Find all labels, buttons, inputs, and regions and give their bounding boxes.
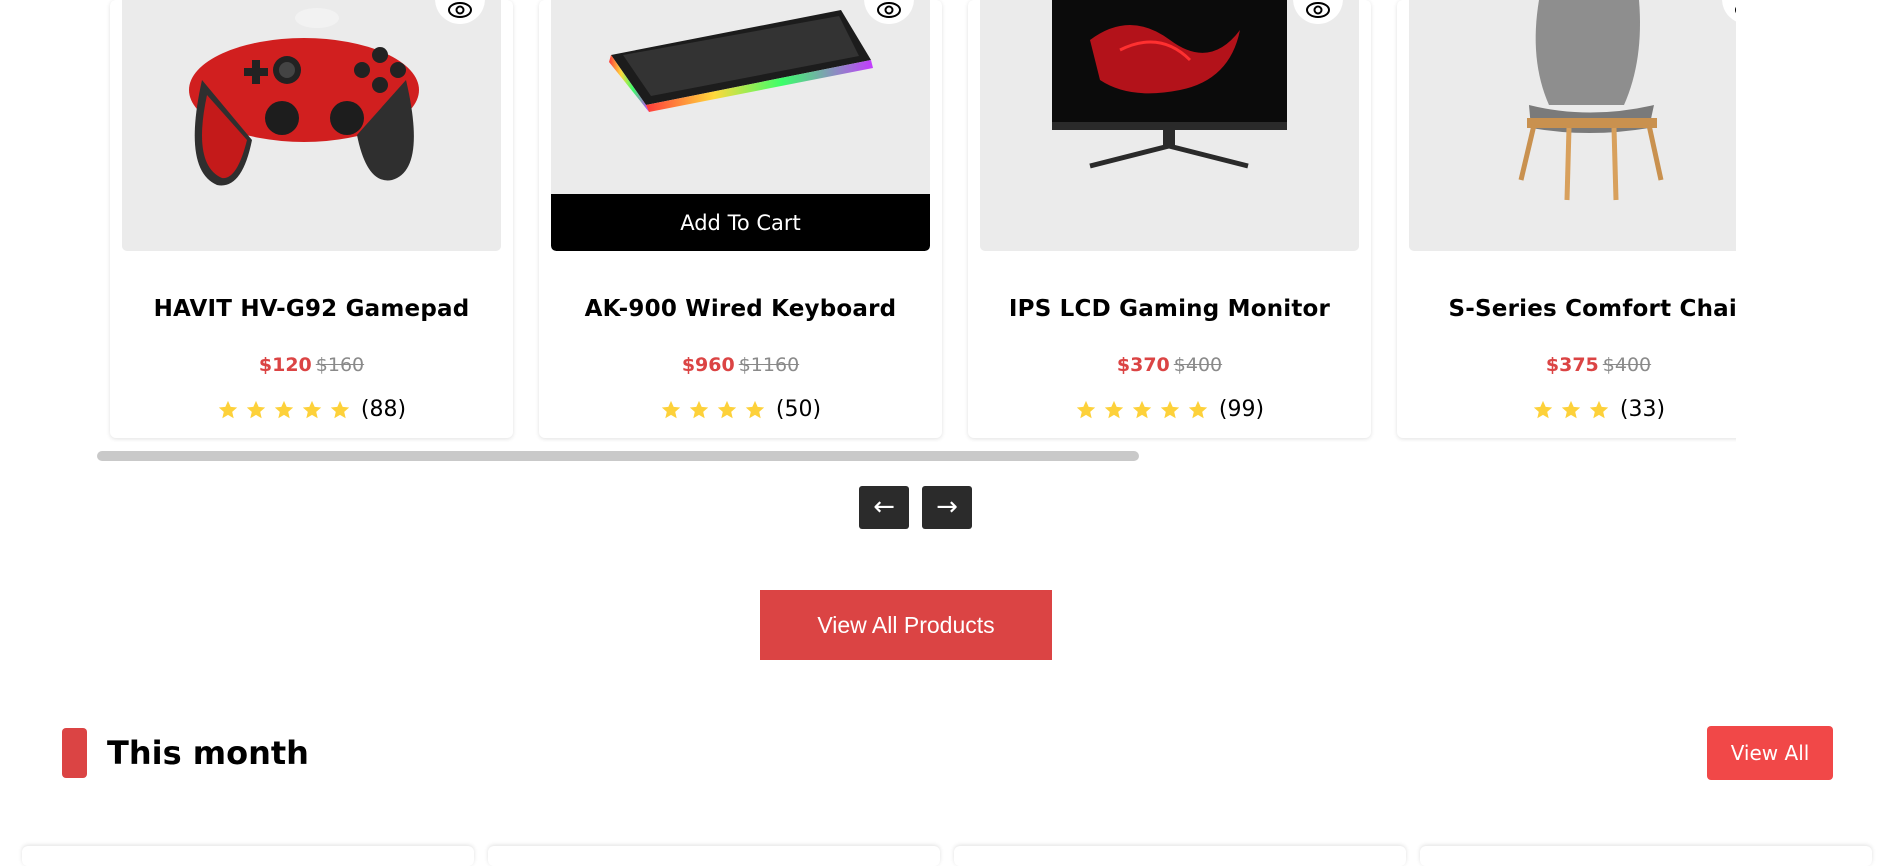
next-section-card <box>954 846 1406 866</box>
review-count: (50) <box>775 397 822 422</box>
gamepad-image <box>189 8 419 186</box>
original-price: $400 <box>1602 354 1652 376</box>
review-count: (88) <box>360 397 407 422</box>
product-title[interactable]: S-Series Comfort Chair <box>1397 296 1737 322</box>
current-price: $120 <box>258 354 312 376</box>
original-price: $160 <box>315 354 365 376</box>
product-price: $370 $400 <box>968 354 1371 376</box>
product-title[interactable]: IPS LCD Gaming Monitor <box>968 296 1371 322</box>
product-rating: (88) <box>110 397 513 422</box>
product-title[interactable]: HAVIT HV-G92 Gamepad <box>110 296 513 322</box>
carousel-next-button[interactable]: → <box>922 486 972 529</box>
star-icon <box>717 400 737 418</box>
add-to-cart-button[interactable]: Add To Cart <box>551 194 930 251</box>
next-section-card <box>1420 846 1872 866</box>
current-price: $370 <box>1116 354 1170 376</box>
carousel-prev-button[interactable]: ← <box>859 486 909 529</box>
current-price: $375 <box>1545 354 1599 376</box>
product-image-frame: Add To Cart <box>551 0 930 251</box>
original-price: $1160 <box>738 354 800 376</box>
star-icon <box>274 400 294 418</box>
star-icon <box>1188 400 1208 418</box>
original-price: $400 <box>1173 354 1223 376</box>
next-section-card <box>488 846 940 866</box>
product-price: $960 $1160 <box>539 354 942 376</box>
star-icon <box>218 400 238 418</box>
product-card[interactable]: S-Series Comfort Chair $375 $400 (33) <box>1397 0 1736 438</box>
view-all-products-button[interactable]: View All Products <box>760 590 1052 660</box>
eye-icon <box>875 0 903 24</box>
star-icon <box>689 400 709 418</box>
star-icon <box>330 400 350 418</box>
monitor-image <box>1052 0 1287 169</box>
product-card[interactable]: IPS LCD Gaming Monitor $370 $400 (99) <box>968 0 1371 438</box>
product-image-frame <box>122 0 501 251</box>
section-marker <box>62 728 87 778</box>
star-icon <box>246 400 266 418</box>
eye-icon <box>446 0 474 24</box>
star-icon <box>1533 400 1553 418</box>
scrollbar-thumb[interactable] <box>97 451 1139 461</box>
star-icon <box>302 400 322 418</box>
section-title: This month <box>107 734 309 772</box>
star-icon <box>1076 400 1096 418</box>
product-price: $120 $160 <box>110 354 513 376</box>
product-rating: (33) <box>1397 397 1736 422</box>
product-carousel: HAVIT HV-G92 Gamepad $120 $160 (88) Add … <box>100 0 1736 442</box>
carousel-scrollbar[interactable] <box>97 451 1139 461</box>
star-icon <box>1589 400 1609 418</box>
star-icon <box>661 400 681 418</box>
product-rating: (50) <box>539 397 942 422</box>
star-icon <box>1160 400 1180 418</box>
product-image-frame <box>980 0 1359 251</box>
star-icon <box>1561 400 1581 418</box>
product-price: $375 $400 <box>1397 354 1736 376</box>
product-card[interactable]: Add To Cart AK-900 Wired Keyboard $960 $1… <box>539 0 942 438</box>
star-icon <box>1132 400 1152 418</box>
star-icon <box>745 400 765 418</box>
eye-icon <box>1733 0 1736 24</box>
eye-icon <box>1304 0 1332 24</box>
next-section-card <box>22 846 474 866</box>
review-count: (33) <box>1619 397 1666 422</box>
chair-image <box>1518 0 1664 201</box>
current-price: $960 <box>681 354 735 376</box>
product-card[interactable]: HAVIT HV-G92 Gamepad $120 $160 (88) <box>110 0 513 438</box>
review-count: (99) <box>1218 397 1265 422</box>
view-all-button[interactable]: View All <box>1707 726 1833 780</box>
product-title[interactable]: AK-900 Wired Keyboard <box>539 296 942 322</box>
product-rating: (99) <box>968 397 1371 422</box>
product-image-frame <box>1409 0 1736 251</box>
star-icon <box>1104 400 1124 418</box>
